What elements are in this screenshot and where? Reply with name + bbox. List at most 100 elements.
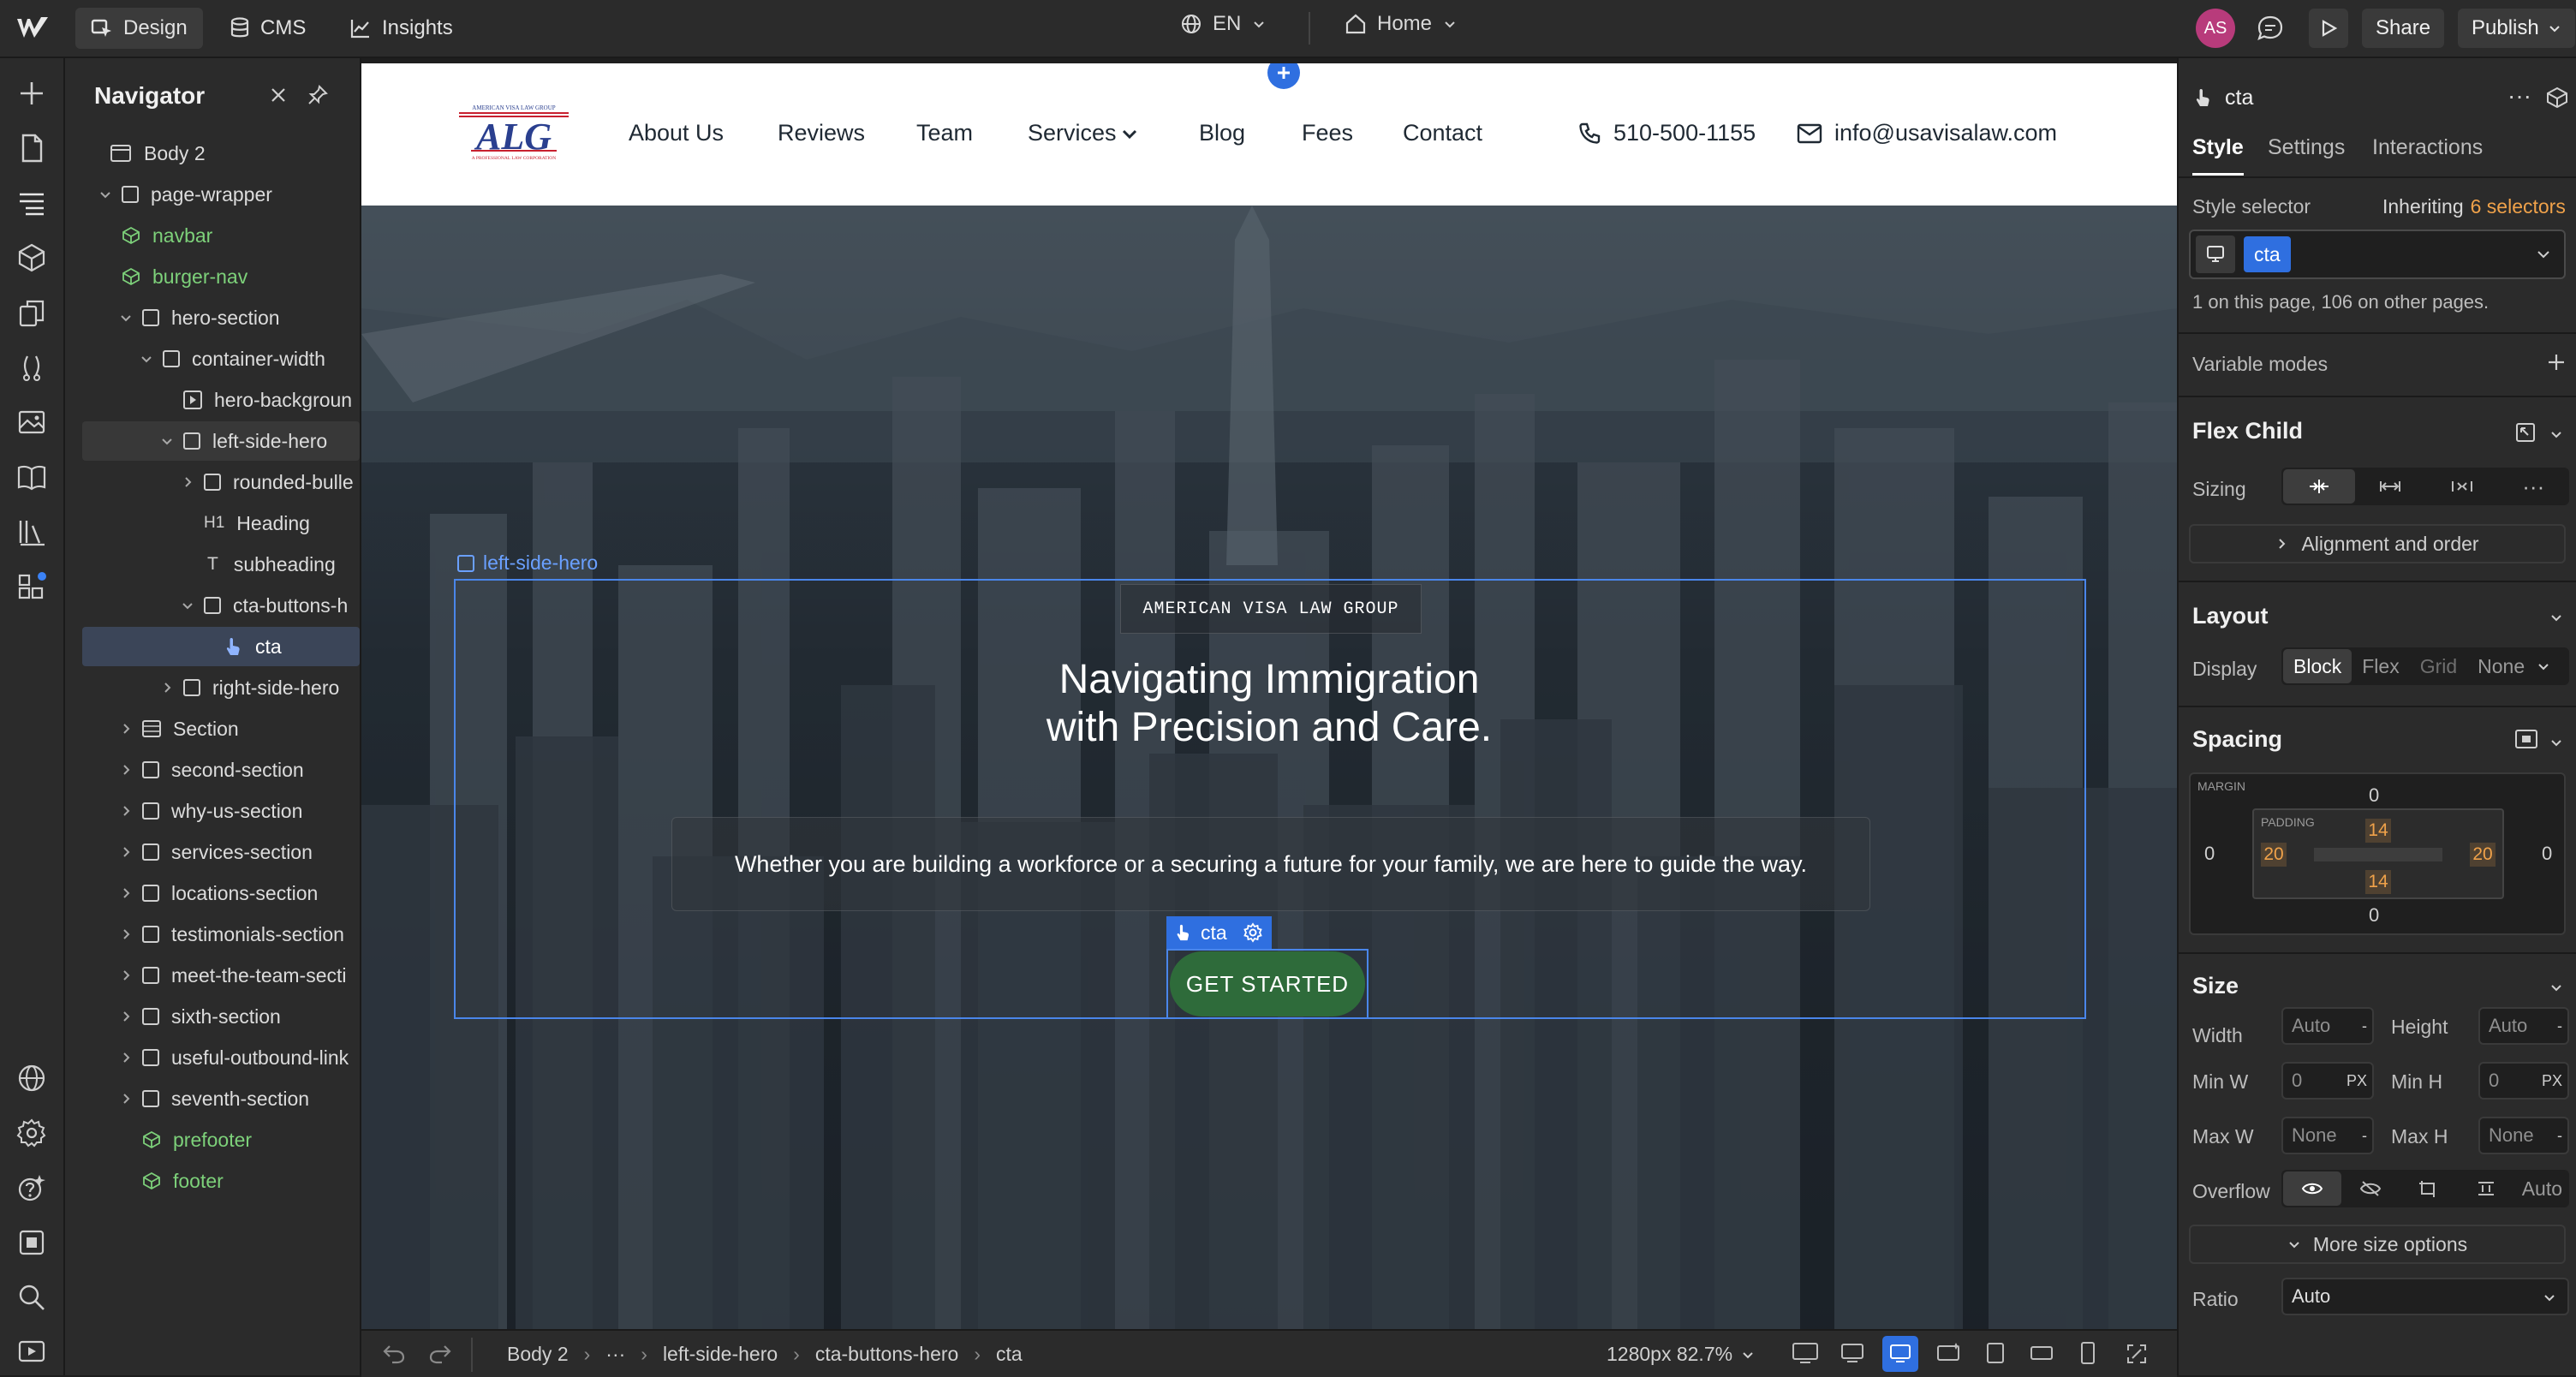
nav-item-left-side-hero[interactable]: left-side-hero: [82, 421, 360, 461]
assets-icon[interactable]: [15, 406, 48, 438]
chevron-right-icon[interactable]: [118, 1050, 134, 1065]
site-nav-reviews[interactable]: Reviews: [778, 120, 865, 146]
nav-item-right-side-hero[interactable]: right-side-hero: [82, 668, 360, 707]
viewport-size[interactable]: 1280px 82.7%: [1607, 1343, 1755, 1366]
components-icon[interactable]: [15, 241, 48, 274]
pages-icon[interactable]: [15, 132, 48, 164]
display-flex[interactable]: Flex: [2352, 649, 2409, 683]
desktop-base-icon[interactable]: [1882, 1336, 1918, 1372]
add-icon[interactable]: [15, 77, 48, 110]
nav-item-prefooter[interactable]: prefooter: [82, 1120, 360, 1159]
breadcrumb-body[interactable]: Body 2: [507, 1343, 569, 1366]
chevron-right-icon[interactable]: [118, 762, 134, 778]
selector-field[interactable]: cta: [2189, 230, 2566, 279]
chevron-down-icon[interactable]: [2549, 980, 2564, 995]
inheriting-selectors[interactable]: Inheriting 6 selectors: [2382, 195, 2566, 218]
tab-style[interactable]: Style: [2192, 135, 2244, 160]
site-phone[interactable]: 510-500-1155: [1613, 120, 1756, 146]
site-nav-blog[interactable]: Blog: [1199, 120, 1245, 146]
insights-button[interactable]: Insights: [334, 8, 468, 49]
site-nav-fees[interactable]: Fees: [1302, 120, 1353, 146]
chevron-right-icon[interactable]: [118, 968, 134, 983]
site-nav-team[interactable]: Team: [916, 120, 973, 146]
margin-top[interactable]: 0: [2369, 784, 2379, 807]
nav-item-rounded-bullet[interactable]: rounded-bulle: [82, 462, 360, 502]
design-mode-button[interactable]: Design: [75, 8, 203, 49]
ratio-select[interactable]: Auto: [2281, 1278, 2569, 1315]
nav-item-why-us-section[interactable]: why-us-section: [82, 791, 360, 831]
globe-icon[interactable]: [15, 1062, 48, 1094]
fit-screen-icon[interactable]: [2126, 1343, 2148, 1365]
chevron-right-icon[interactable]: [118, 844, 134, 860]
padding-right[interactable]: 20: [2470, 843, 2496, 867]
desktop-large-icon[interactable]: [1792, 1341, 1819, 1365]
padding-left[interactable]: 20: [2261, 843, 2287, 867]
site-logo[interactable]: AMERICAN VISA LAW GROUP ALG A PROFESSION…: [454, 101, 574, 164]
gear-icon[interactable]: [1243, 922, 1263, 943]
tab-interactions[interactable]: Interactions: [2372, 135, 2483, 160]
nav-item-services-section[interactable]: services-section: [82, 832, 360, 872]
breadcrumb-left-side-hero[interactable]: left-side-hero: [663, 1343, 778, 1366]
tablet-icon[interactable]: [1985, 1341, 2006, 1365]
navigator-icon[interactable]: [15, 187, 48, 219]
chevron-right-icon[interactable]: [180, 474, 195, 490]
share-button[interactable]: Share: [2362, 9, 2445, 48]
min-height-input[interactable]: 0 PX: [2478, 1062, 2569, 1100]
apps-icon[interactable]: [15, 570, 48, 603]
get-started-button[interactable]: GET STARTED: [1170, 951, 1365, 1016]
settings-icon[interactable]: [15, 1117, 48, 1149]
audit-icon[interactable]: [15, 516, 48, 548]
display-block[interactable]: Block: [2283, 649, 2352, 683]
preview-play-button[interactable]: [2309, 9, 2348, 48]
design-canvas[interactable]: AMERICAN VISA LAW GROUP ALG A PROFESSION…: [361, 63, 2177, 1329]
breadcrumb-cta[interactable]: cta: [996, 1343, 1023, 1366]
overflow-clip-icon[interactable]: [2457, 1171, 2515, 1206]
chevron-right-icon[interactable]: [118, 1091, 134, 1106]
min-width-input[interactable]: 0 PX: [2281, 1062, 2374, 1100]
variables-icon[interactable]: [15, 351, 48, 384]
chevron-right-icon[interactable]: [118, 721, 134, 736]
alignment-order-button[interactable]: Alignment and order: [2189, 524, 2566, 563]
padding-bottom[interactable]: 14: [2365, 870, 2391, 894]
nav-item-navbar[interactable]: navbar: [82, 216, 360, 255]
chevron-down-icon[interactable]: [2549, 610, 2564, 625]
video-tutorials-icon[interactable]: [15, 1334, 48, 1367]
sizing-none-icon[interactable]: [2426, 469, 2498, 504]
nav-item-page-wrapper[interactable]: page-wrapper: [82, 175, 360, 214]
site-nav-about[interactable]: About Us: [629, 120, 724, 146]
width-input[interactable]: Auto -: [2281, 1007, 2374, 1045]
display-none[interactable]: None: [2467, 649, 2535, 683]
overflow-hidden-icon[interactable]: [2341, 1171, 2400, 1206]
nav-item-container-width[interactable]: container-width: [82, 339, 360, 379]
site-nav-services[interactable]: Services: [1028, 120, 1117, 146]
collapse-all-icon[interactable]: [267, 84, 289, 106]
nav-item-heading[interactable]: H1 Heading: [82, 504, 360, 543]
publish-button[interactable]: Publish: [2458, 9, 2575, 48]
chevron-down-icon[interactable]: [180, 598, 195, 613]
nav-item-cta[interactable]: cta: [82, 627, 360, 666]
overflow-scroll-icon[interactable]: [2399, 1171, 2457, 1206]
mobile-landscape-icon[interactable]: [2030, 1343, 2054, 1363]
nav-item-meet-the-team-section[interactable]: meet-the-team-secti: [82, 956, 360, 995]
cta-selection-tag[interactable]: cta: [1166, 916, 1272, 949]
chevron-down-icon[interactable]: [2535, 649, 2552, 683]
spacing-preset-icon[interactable]: [2514, 728, 2538, 750]
nav-item-body[interactable]: Body 2: [82, 134, 360, 173]
search-icon[interactable]: [15, 1281, 48, 1314]
chevron-right-icon[interactable]: [159, 680, 175, 695]
nav-item-cta-buttons-hero[interactable]: cta-buttons-h: [82, 586, 360, 625]
webflow-logo-icon[interactable]: [15, 14, 50, 43]
chevron-down-icon[interactable]: [2535, 246, 2552, 263]
nav-item-seventh-section[interactable]: seventh-section: [82, 1079, 360, 1118]
locale-switcher[interactable]: EN: [1180, 12, 1267, 36]
stop-icon[interactable]: [15, 1226, 48, 1259]
help-icon[interactable]: [15, 1171, 48, 1204]
undo-icon[interactable]: [382, 1343, 406, 1365]
chevron-down-icon[interactable]: [2549, 735, 2564, 750]
nav-item-sixth-section[interactable]: sixth-section: [82, 997, 360, 1036]
site-email[interactable]: info@usavisalaw.com: [1834, 120, 2057, 146]
cms-button[interactable]: CMS: [214, 8, 321, 49]
avatar[interactable]: AS: [2196, 9, 2235, 48]
breadcrumb-ellipsis[interactable]: ···: [605, 1343, 625, 1366]
breakpoint-desktop-icon[interactable]: [2196, 235, 2235, 273]
